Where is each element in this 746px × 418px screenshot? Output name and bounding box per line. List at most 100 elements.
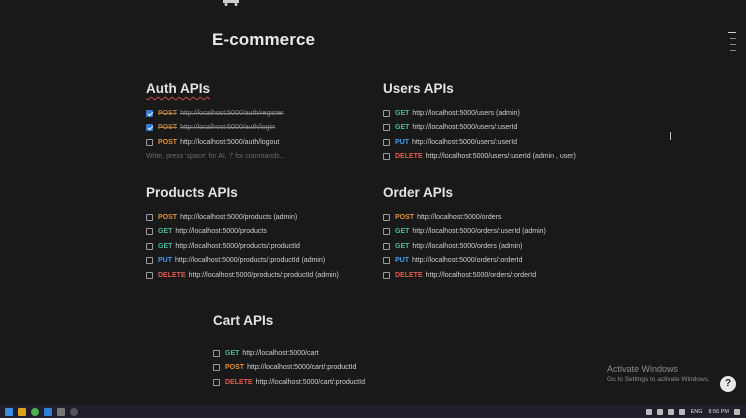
api-list: POST http://localhost:5000/orders GET http:… bbox=[383, 210, 546, 283]
api-item: GET http://localhost:5000/orders (admin) bbox=[383, 239, 546, 254]
api-item: GET http://localhost:5000/products bbox=[146, 225, 339, 240]
todo-checkbox[interactable] bbox=[146, 138, 153, 146]
section-heading-cart: Cart APIs bbox=[213, 313, 274, 328]
http-method: GET bbox=[395, 228, 410, 236]
api-url[interactable]: http://localhost:5000/orders/:userId (ad… bbox=[412, 228, 545, 235]
todo-checkbox[interactable] bbox=[383, 213, 390, 221]
api-item: POST http://localhost:5000/auth/logout bbox=[146, 135, 285, 150]
todo-checkbox[interactable] bbox=[383, 153, 390, 161]
api-url[interactable]: http://localhost:5000/orders/:orderId bbox=[426, 272, 537, 279]
api-item: GET http://localhost:5000/users/:userId bbox=[383, 121, 576, 136]
api-url[interactable]: http://localhost:5000/products/:productI… bbox=[175, 243, 300, 250]
api-url[interactable]: http://localhost:5000/auth/logout bbox=[180, 139, 279, 146]
section-heading-users: Users APIs bbox=[383, 81, 454, 96]
api-url[interactable]: http://localhost:5000/auth/register bbox=[180, 110, 284, 117]
todo-checkbox[interactable] bbox=[213, 349, 220, 357]
notification-icon[interactable] bbox=[734, 408, 740, 415]
todo-checkbox[interactable] bbox=[213, 364, 220, 372]
api-item: DELETE http://localhost:5000/cart/:produc… bbox=[213, 375, 365, 390]
api-item: POST http://localhost:5000/auth/login bbox=[146, 121, 285, 136]
api-url[interactable]: http://localhost:5000/products bbox=[175, 228, 266, 235]
page-icon bbox=[223, 0, 239, 6]
todo-checkbox[interactable] bbox=[383, 228, 390, 236]
api-item: GET http://localhost:5000/products/:produ… bbox=[146, 239, 339, 254]
table-of-contents[interactable] bbox=[728, 32, 736, 56]
chevron-up-icon[interactable] bbox=[645, 408, 652, 415]
todo-checkbox[interactable] bbox=[146, 271, 153, 279]
todo-checkbox[interactable] bbox=[146, 109, 153, 117]
http-method: GET bbox=[225, 349, 240, 357]
activate-windows-watermark: Activate Windows Go to Settings to activ… bbox=[607, 364, 710, 383]
http-method: DELETE bbox=[395, 271, 423, 279]
api-url[interactable]: http://localhost:5000/orders (admin) bbox=[412, 243, 522, 250]
http-method: POST bbox=[395, 213, 415, 221]
page-title: E-commerce bbox=[212, 30, 316, 49]
api-url[interactable]: http://localhost:5000/cart/:productId bbox=[247, 364, 356, 371]
todo-checkbox[interactable] bbox=[383, 138, 390, 146]
api-url[interactable]: http://localhost:5000/cart/:productId bbox=[256, 379, 365, 386]
section-heading-products: Products APIs bbox=[146, 185, 238, 200]
todo-checkbox[interactable] bbox=[383, 124, 390, 132]
network-icon[interactable] bbox=[656, 408, 663, 415]
api-url[interactable]: http://localhost:5000/auth/login bbox=[180, 124, 275, 131]
api-item: GET http://localhost:5000/cart bbox=[213, 346, 365, 361]
todo-checkbox[interactable] bbox=[146, 242, 153, 250]
battery-icon[interactable] bbox=[678, 408, 685, 415]
volume-icon[interactable] bbox=[667, 408, 674, 415]
todo-checkbox[interactable] bbox=[383, 271, 390, 279]
chrome-icon[interactable] bbox=[31, 407, 39, 416]
users-section: Users APIs GET http://localhost:5000/user… bbox=[383, 80, 576, 164]
settings-icon[interactable] bbox=[70, 407, 78, 416]
api-url[interactable]: http://localhost:5000/users/:userId bbox=[412, 139, 517, 146]
api-list: POST http://localhost:5000/products (admi… bbox=[146, 210, 339, 283]
clock[interactable]: 8:56 PM bbox=[709, 409, 729, 415]
api-url[interactable]: http://localhost:5000/orders bbox=[417, 214, 501, 221]
todo-checkbox[interactable] bbox=[383, 242, 390, 250]
products-section: Products APIs POST http://localhost:5000/… bbox=[146, 184, 339, 283]
api-url[interactable]: http://localhost:5000/products/:productI… bbox=[189, 272, 339, 279]
http-method: POST bbox=[158, 138, 178, 146]
http-method: GET bbox=[158, 228, 173, 236]
api-url[interactable]: http://localhost:5000/products (admin) bbox=[180, 214, 297, 221]
api-item: PUT http://localhost:5000/orders/:orderId bbox=[383, 254, 546, 269]
api-item: GET http://localhost:5000/orders/:userId … bbox=[383, 225, 546, 240]
todo-checkbox[interactable] bbox=[146, 228, 153, 236]
auth-section: Auth APIs POST http://localhost:5000/auth… bbox=[146, 80, 285, 164]
watermark-title: Activate Windows bbox=[607, 364, 679, 374]
api-url[interactable]: http://localhost:5000/users (admin) bbox=[412, 110, 519, 117]
api-url[interactable]: http://localhost:5000/users/:userId bbox=[412, 124, 517, 131]
notion-icon[interactable] bbox=[57, 407, 65, 416]
todo-checkbox[interactable] bbox=[146, 213, 153, 221]
file-explorer-icon[interactable] bbox=[18, 407, 26, 416]
api-url[interactable]: http://localhost:5000/orders/:orderId bbox=[412, 257, 523, 264]
api-url[interactable]: http://localhost:5000/users/:userId (adm… bbox=[426, 153, 576, 160]
todo-checkbox[interactable] bbox=[146, 257, 153, 265]
http-method: GET bbox=[395, 242, 410, 250]
http-method: GET bbox=[395, 109, 410, 117]
http-method: DELETE bbox=[158, 271, 186, 279]
taskbar: ENG 8:56 PM bbox=[0, 405, 746, 418]
http-method: DELETE bbox=[225, 378, 253, 386]
watermark-subtitle: Go to Settings to activate Windows. bbox=[607, 376, 710, 383]
section-heading-orders: Order APIs bbox=[383, 185, 454, 200]
windows-start-icon[interactable] bbox=[5, 407, 13, 416]
language-indicator[interactable]: ENG bbox=[691, 409, 703, 415]
api-url[interactable]: http://localhost:5000/products/:productI… bbox=[175, 257, 325, 264]
editor-placeholder[interactable]: Write, press 'space' for AI, '/' for com… bbox=[146, 150, 285, 164]
http-method: GET bbox=[395, 124, 410, 132]
todo-checkbox[interactable] bbox=[383, 109, 390, 117]
http-method: POST bbox=[225, 364, 245, 372]
todo-checkbox[interactable] bbox=[213, 378, 220, 386]
api-item: DELETE http://localhost:5000/products/:pr… bbox=[146, 268, 339, 283]
api-url[interactable]: http://localhost:5000/cart bbox=[242, 350, 318, 357]
help-button[interactable]: ? bbox=[720, 376, 736, 392]
api-item: POST http://localhost:5000/cart/:productI… bbox=[213, 361, 365, 376]
vscode-icon[interactable] bbox=[44, 407, 52, 416]
http-method: PUT bbox=[395, 257, 409, 265]
http-method: POST bbox=[158, 213, 178, 221]
section-heading-auth: Auth APIs bbox=[146, 81, 210, 96]
todo-checkbox[interactable] bbox=[146, 124, 153, 132]
todo-checkbox[interactable] bbox=[383, 257, 390, 265]
cart-section: Cart APIs GET http://localhost:5000/cart P… bbox=[213, 312, 365, 390]
http-method: DELETE bbox=[395, 153, 423, 161]
